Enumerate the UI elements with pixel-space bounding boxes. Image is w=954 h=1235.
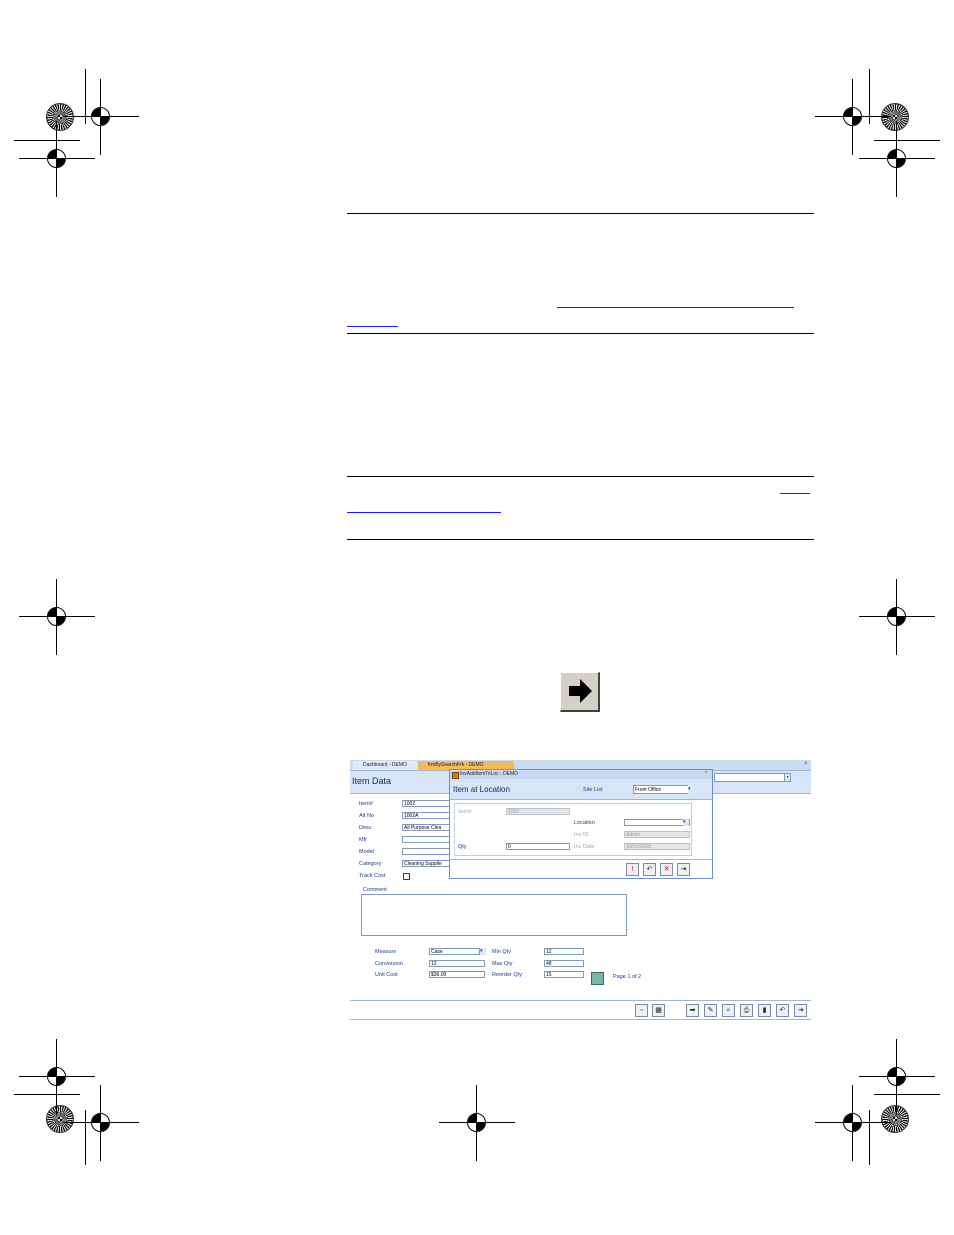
mfr-label: Mfr: [359, 837, 367, 843]
exit-button[interactable]: ⇥: [677, 863, 690, 876]
new-record-button[interactable]: ✎: [704, 1004, 717, 1017]
dialog-header: Item at Location Site List Front Office …: [450, 779, 712, 800]
comment-field[interactable]: [361, 894, 627, 936]
conversion-label: Conversion: [375, 961, 403, 967]
next-record-button[interactable]: [560, 672, 600, 712]
max-qty-field[interactable]: 48: [544, 960, 584, 967]
min-qty-label: Min Qty: [492, 949, 511, 955]
reorder-qty-field[interactable]: 15: [544, 971, 584, 978]
link-underline[interactable]: [347, 326, 398, 327]
undo-button[interactable]: ↶: [776, 1004, 789, 1017]
dialog-button-divider: [450, 859, 712, 860]
link-underline[interactable]: [780, 493, 810, 494]
page-indicator: Page 1 of 2: [613, 974, 642, 980]
link-underline[interactable]: [347, 512, 501, 513]
category-field[interactable]: Cleaning Supplie: [402, 860, 450, 867]
site-list-label: Site List: [583, 787, 603, 793]
calculator-button[interactable]: ▦: [652, 1004, 665, 1017]
registration-mark-icon: [859, 121, 935, 197]
item-data-screenshot: Dashboard - DEMO frmBySearchFrk - DEMO ×…: [350, 760, 811, 1020]
item-at-location-dialog: InvAddItemToLoc - DEMO × Item at Locatio…: [449, 769, 713, 879]
chevron-down-icon: ▾: [688, 785, 694, 794]
toolbar-divider: [350, 1019, 811, 1020]
note-rule-bottom: [347, 333, 814, 334]
link-underline[interactable]: [557, 307, 794, 308]
registration-mark-icon: [63, 1085, 139, 1161]
note-rule-top: [347, 476, 814, 477]
location-label: Location: [574, 820, 595, 826]
dialog-window-title: InvAddItemToLoc - DEMO: [450, 770, 712, 779]
measure-select[interactable]: Case: [429, 948, 485, 955]
registration-mark-icon: [19, 121, 95, 197]
site-list-select[interactable]: Front Office: [633, 785, 694, 794]
save-button[interactable]: !: [626, 863, 639, 876]
track-cost-label: Track Cost: [359, 873, 386, 879]
record-selector[interactable]: ▾: [714, 773, 791, 782]
cancel-button[interactable]: ✕: [660, 863, 673, 876]
qty-field[interactable]: 0: [506, 843, 570, 850]
alt-field[interactable]: 1002A: [402, 812, 450, 819]
measure-label: Measure: [375, 949, 397, 955]
model-field[interactable]: [402, 848, 450, 855]
exit-button[interactable]: ⇥: [794, 1004, 807, 1017]
form-title: Item Data: [352, 776, 392, 786]
dialog-item-label: Item#: [458, 809, 472, 815]
chevron-down-icon: ▾: [784, 774, 790, 781]
toolbar-divider: [350, 1000, 811, 1001]
note-rule-bottom: [347, 539, 814, 540]
alt-label: Alt No: [359, 813, 374, 819]
item-field[interactable]: 1002: [402, 800, 450, 807]
item-label: Item#: [359, 801, 373, 807]
chevron-down-icon: ▾: [479, 948, 486, 955]
chevron-down-icon: ▾: [683, 819, 689, 826]
find-button[interactable]: ⌕: [722, 1004, 735, 1017]
qty-label: Qty: [458, 844, 467, 850]
grid-icon[interactable]: [591, 972, 604, 985]
desc-label: Desc: [359, 825, 372, 831]
registration-mark-icon: [439, 1085, 515, 1161]
print-button[interactable]: ⎙: [740, 1004, 753, 1017]
inv-id-label: Inv ID: [574, 832, 589, 838]
inv-date-field: 10/31/2008: [624, 843, 690, 850]
right-arrow-icon: [569, 679, 592, 703]
close-icon[interactable]: ×: [704, 770, 708, 776]
dialog-title: Item at Location: [453, 785, 510, 794]
model-label: Model: [359, 849, 374, 855]
desc-field[interactable]: All Purpose Clea: [402, 824, 450, 831]
reorder-qty-label: Reorder Qty: [492, 972, 522, 978]
report-button[interactable]: ▫: [635, 1004, 648, 1017]
mfr-field[interactable]: [402, 836, 450, 843]
unit-cost-field[interactable]: $36.00: [429, 971, 485, 978]
min-qty-field[interactable]: 12: [544, 948, 584, 955]
unit-cost-label: Unit Cost: [375, 972, 398, 978]
comment-label: Comment: [363, 887, 387, 893]
registration-mark-icon: [19, 579, 95, 655]
category-label: Category: [359, 861, 382, 867]
inv-date-label: Inv Date: [574, 844, 595, 850]
registration-mark-icon: [859, 579, 935, 655]
form-icon: [452, 772, 459, 779]
max-qty-label: Max Qty: [492, 961, 513, 967]
undo-button[interactable]: ↶: [643, 863, 656, 876]
registration-mark-icon: [815, 1085, 891, 1161]
close-icon[interactable]: ×: [804, 761, 808, 767]
delete-button[interactable]: ▮: [758, 1004, 771, 1017]
dialog-item-select: 1002: [506, 808, 570, 815]
location-select[interactable]: [624, 819, 690, 826]
inv-id-select: Admin: [624, 831, 690, 838]
next-record-button[interactable]: ➡: [686, 1004, 699, 1017]
note-rule-top: [347, 213, 814, 214]
conversion-field[interactable]: 12: [429, 960, 485, 967]
track-cost-checkbox[interactable]: [403, 873, 410, 880]
